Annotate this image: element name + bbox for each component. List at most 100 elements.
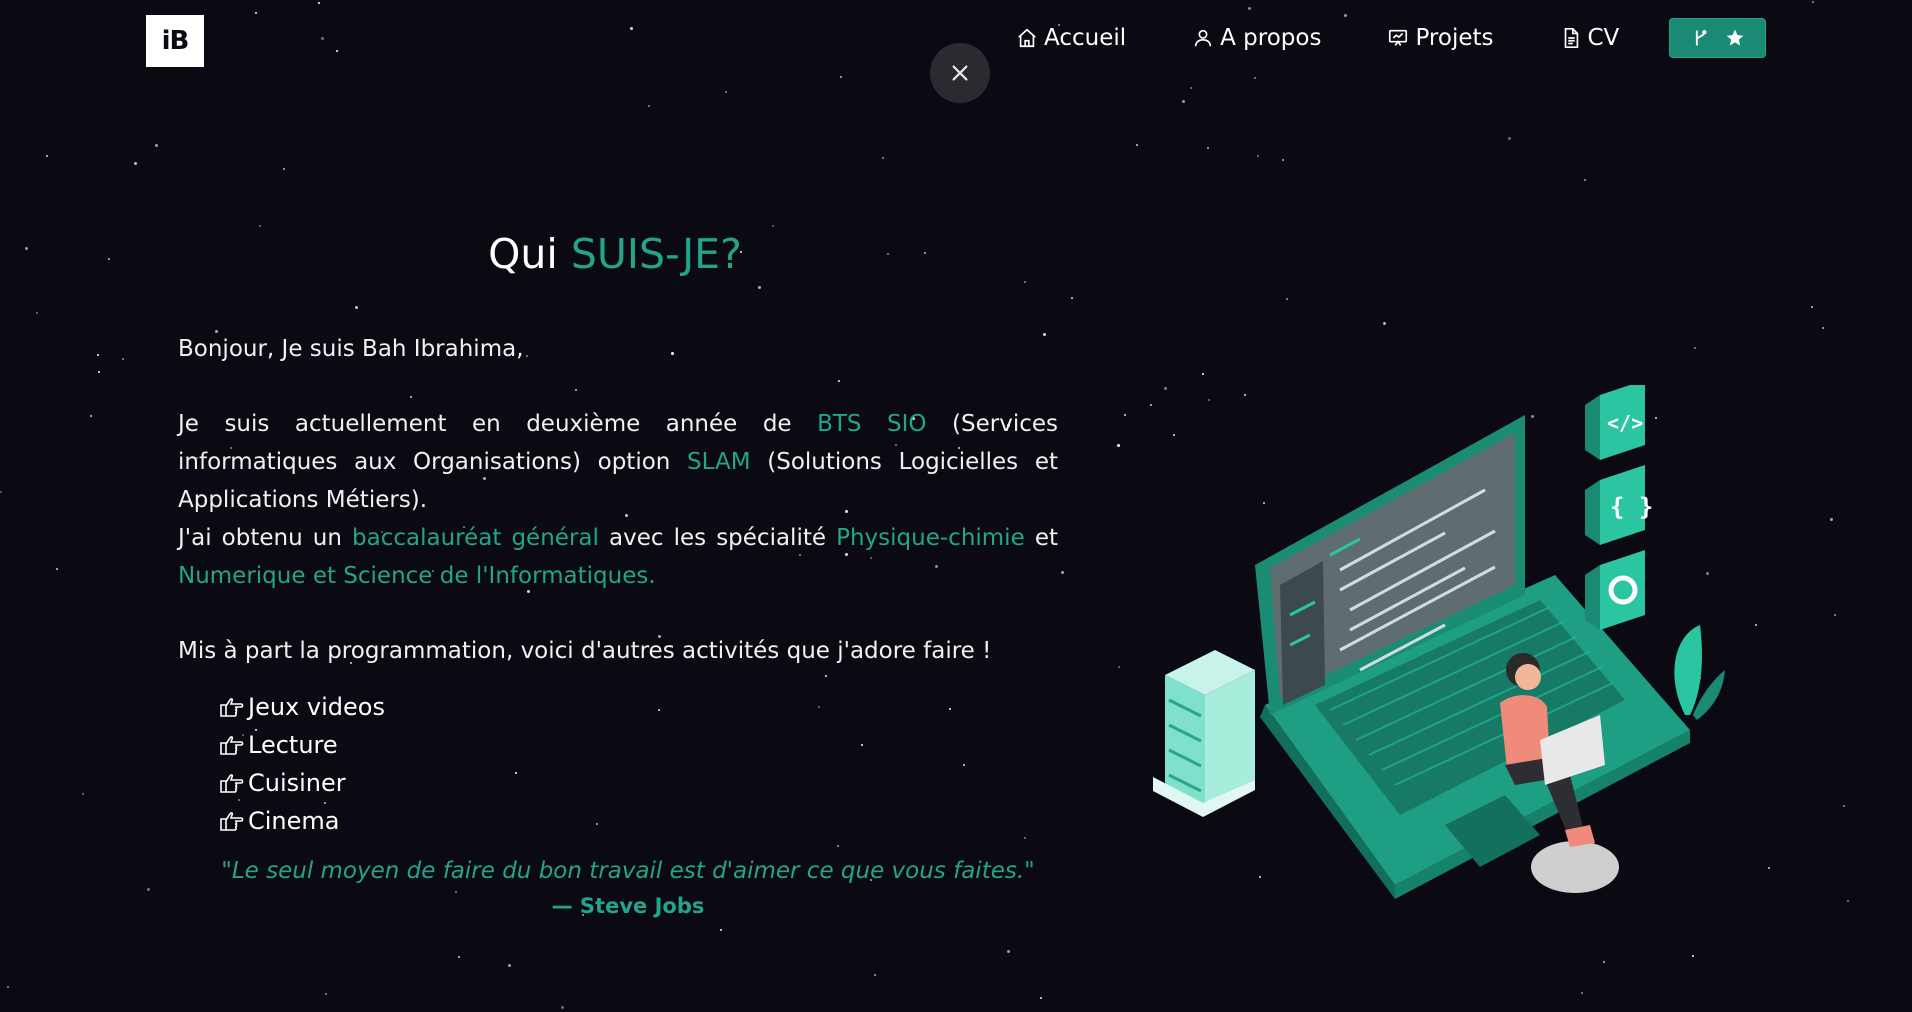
nav-item-projets[interactable]: Projets <box>1387 20 1494 56</box>
star-dot <box>1040 997 1042 999</box>
list-item: Jeux videos <box>218 688 1058 726</box>
nav-item-label: Projets <box>1415 25 1494 51</box>
svg-text:</>: </> <box>1607 411 1643 435</box>
highlight-physique-chimie: Physique-chimie <box>836 525 1025 551</box>
nav-item-accueil[interactable]: Accueil <box>1016 20 1126 56</box>
star-dot <box>1061 571 1064 574</box>
star-dot <box>882 157 884 159</box>
star-dot <box>648 105 650 107</box>
star-dot <box>1843 805 1845 807</box>
close-button[interactable] <box>930 43 990 103</box>
list-item: Cinema <box>218 802 1058 840</box>
star-dot <box>1124 414 1126 416</box>
star-dot <box>134 162 137 165</box>
text: Je suis actuellement en deuxième année d… <box>178 411 818 437</box>
highlight-bac: baccalauréat général <box>352 525 599 551</box>
title-prefix: Qui <box>488 230 571 278</box>
education-paragraph: Je suis actuellement en deuxième année d… <box>178 405 1058 595</box>
star-dot <box>122 358 124 360</box>
star-dot <box>259 225 261 227</box>
star-dot <box>874 974 876 976</box>
star-dot <box>1834 614 1836 616</box>
star-dot <box>1286 298 1288 300</box>
star-dot <box>561 1006 564 1009</box>
svg-text:{ }: { } <box>1610 493 1653 521</box>
star-dot <box>772 225 774 227</box>
star-dot <box>1694 347 1696 349</box>
hobby-label: Cuisiner <box>248 769 346 797</box>
star-dot <box>147 888 150 891</box>
star-dot <box>36 312 38 314</box>
nav-item-a-propos[interactable]: A propos <box>1192 20 1321 56</box>
pointing-hand-icon <box>220 698 244 717</box>
star-dot <box>1830 518 1833 521</box>
hobby-label: Cinema <box>248 807 340 835</box>
star-dot <box>1768 867 1770 869</box>
star-dot <box>1118 666 1120 668</box>
star-dot <box>725 91 727 93</box>
star-dot <box>25 247 28 250</box>
nav-links: Accueil A propos Projets CV <box>1016 20 1619 56</box>
star-dot <box>90 415 92 417</box>
star-dot <box>1822 327 1824 329</box>
list-item: Lecture <box>218 726 1058 764</box>
hobby-label: Jeux videos <box>248 693 385 721</box>
star-dot <box>1847 900 1849 902</box>
star-dot <box>1811 306 1813 308</box>
star-dot <box>1182 100 1185 103</box>
star-dot <box>1508 137 1511 140</box>
star-dot <box>7 986 9 988</box>
close-icon <box>952 65 968 81</box>
star-dot <box>1136 144 1138 146</box>
highlight-bts-sio: BTS SIO <box>817 411 927 437</box>
nav-item-cv[interactable]: CV <box>1560 20 1619 56</box>
text: et <box>1024 525 1058 551</box>
document-icon <box>1564 28 1578 48</box>
star-dot <box>1117 444 1120 447</box>
star-dot <box>1071 297 1073 299</box>
pointing-hand-icon <box>220 774 244 793</box>
hobbies-list: Jeux videos Lecture Cuisiner Cinema <box>218 688 1058 840</box>
star-dot <box>1755 624 1757 626</box>
title-accent: SUIS-JE? <box>570 230 742 278</box>
star-dot <box>56 568 58 570</box>
list-item: Cuisiner <box>218 764 1058 802</box>
pointing-hand-icon <box>220 812 244 831</box>
quote-text: "Le seul moyen de faire du bon travail e… <box>221 858 1035 884</box>
star-dot <box>98 371 100 373</box>
star-dot <box>1692 955 1694 957</box>
star-dot <box>283 168 285 170</box>
star-dot <box>82 793 84 795</box>
page-title: Qui SUIS-JE? <box>172 230 1058 278</box>
site-logo[interactable]: iB <box>146 15 204 67</box>
developer-laptop-illustration: </> { } <box>1153 385 1725 899</box>
star-dot <box>1282 159 1284 161</box>
star-dot <box>46 155 48 157</box>
star-dot <box>108 258 110 260</box>
highlight-slam: SLAM <box>687 449 751 475</box>
nav-item-label: A propos <box>1220 25 1322 51</box>
text: J'ai obtenu un <box>178 525 353 551</box>
star-dot <box>1190 87 1192 89</box>
page: iB Accueil A propos Projets CV Qui SUIS-… <box>0 0 1912 1012</box>
pointing-hand-icon <box>220 736 244 755</box>
star-dot <box>1202 373 1204 375</box>
hobbies-intro: Mis à part la programmation, voici d'aut… <box>178 638 992 664</box>
star-dot <box>1584 179 1586 181</box>
nav-item-label: Accueil <box>1044 25 1127 51</box>
hobby-label: Lecture <box>248 731 338 759</box>
github-star-button[interactable] <box>1669 18 1766 58</box>
star-dot <box>155 144 158 147</box>
greeting-text: Bonjour, Je suis Bah Ibrahima, <box>178 336 524 362</box>
star-icon <box>1726 29 1743 46</box>
star-dot <box>325 993 327 995</box>
home-icon <box>1018 28 1036 48</box>
presentation-icon <box>1389 29 1408 46</box>
star-dot <box>1581 992 1583 994</box>
git-branch-icon <box>1695 29 1706 46</box>
star-dot <box>458 956 460 958</box>
star-dot <box>1207 147 1209 149</box>
quote-author: — Steve Jobs <box>551 894 705 918</box>
star-dot <box>0 491 2 493</box>
about-section: Qui SUIS-JE? Bonjour, Je suis Bah Ibrahi… <box>178 230 1058 918</box>
